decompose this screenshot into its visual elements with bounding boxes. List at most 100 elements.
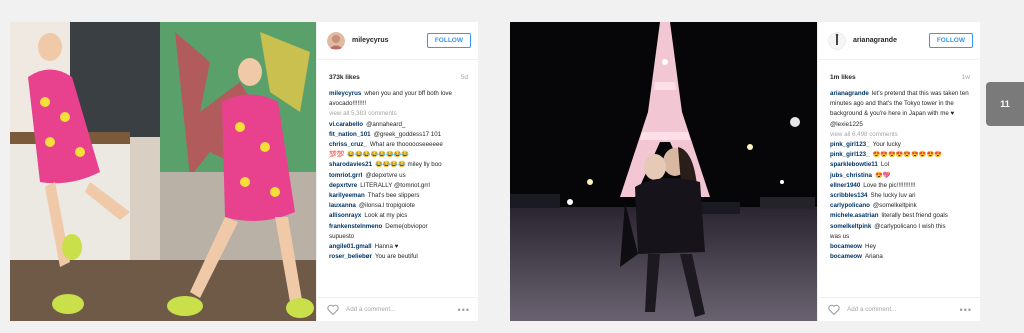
post-username[interactable]: mileycyrus (352, 37, 427, 44)
comment-username[interactable]: allisonrayx (329, 212, 361, 219)
comment-username[interactable]: frankenstelnmeno (329, 223, 382, 230)
comment-row: scribbles134 She lucky luv ari (830, 191, 972, 201)
comment-username[interactable]: michele.asatrian (830, 212, 879, 219)
comment-username[interactable]: tomriot.grrl (329, 172, 362, 179)
post-time-ago: 5d (460, 74, 468, 81)
page-number-tab: 11 (986, 82, 1024, 126)
comment-text: Love the pic!!!!!!!!!!! (863, 181, 916, 189)
comment-text: @ilonsa.l tropigoiote (358, 202, 415, 210)
comment-text: LITERALLY @tomriot.grrl (360, 181, 430, 189)
comment-text: Hey (864, 243, 876, 251)
post-photo[interactable] (10, 22, 316, 321)
post-caption: mileycyrus when you and your bff both lov… (329, 89, 470, 109)
comment-row: sharodavies21 😂😂😂😂 miley lly boo (329, 160, 470, 170)
comments-list: arianagrande let's pretend that this was … (818, 87, 980, 297)
comment-text: @carlypolicano I wish this (874, 222, 946, 230)
comment-row: karilyeeman That's bee slippers (329, 191, 470, 201)
caption-username[interactable]: mileycyrus (329, 90, 361, 97)
comment-text: That's bee slippers (367, 192, 420, 200)
likes-count[interactable]: 373k likes (329, 74, 360, 81)
comment-text: Ariana (864, 253, 883, 261)
comment-username[interactable]: roser_beliebør (329, 253, 372, 260)
post-header: arianagrande FOLLOW (818, 22, 980, 60)
comment-username[interactable]: depxrtvre (329, 182, 357, 189)
comment-username[interactable]: lauxanna (329, 202, 356, 209)
comment-text: Look at my pics (364, 212, 408, 220)
comment-row: michele.asatrian literally best friend go… (830, 211, 972, 221)
comment-text: literally best friend goals (881, 212, 948, 220)
comment-row: pink_girl123_ Your lucky (830, 140, 972, 150)
post-card-arianagrande: arianagrande FOLLOW 1m likes 1w arianagr… (510, 22, 980, 321)
comment-username[interactable]: bocameow (830, 253, 862, 260)
comment-username[interactable]: sharodavies21 (329, 161, 372, 168)
comment-row: angile01.gmall Hanna ♥ (329, 242, 470, 252)
comment-username[interactable]: sparklebowtie11 (830, 161, 878, 168)
comment-text: 😍💖 (874, 171, 891, 179)
comment-username[interactable]: 💯💯 (329, 151, 344, 158)
comment-text: supuesto (329, 232, 355, 240)
comment-username[interactable]: pink_girl123_ (830, 141, 870, 148)
comment-username[interactable]: somelkeltpink (830, 223, 871, 230)
comment-row: frankenstelnmeno Deme(obviopor (329, 222, 470, 232)
heart-icon[interactable] (828, 304, 840, 315)
comment-text: 😂😂😂😂 miley lly boo (375, 161, 442, 169)
caption-username[interactable]: arianagrande (830, 90, 869, 97)
comment-username[interactable]: karilyeeman (329, 192, 365, 199)
comment-row: carlypolicano @somelkeltpink (830, 201, 972, 211)
follow-button[interactable]: FOLLOW (426, 33, 471, 48)
comment-username[interactable]: chriss_cruz_ (329, 141, 367, 148)
comment-username[interactable]: scribbles134 (830, 192, 868, 199)
comment-row: jubs_christina 😍💖 (830, 171, 972, 181)
heart-icon[interactable] (327, 304, 339, 315)
post-stats: 373k likes 5d (317, 60, 478, 87)
comment-text: @greek_goddess17 101 (373, 130, 442, 138)
comment-username[interactable]: pink_girl123_ (830, 151, 870, 158)
post-stats: 1m likes 1w (818, 60, 980, 87)
view-all-comments-link[interactable]: view all 5,383 comments (329, 109, 470, 119)
comment-row: 💯💯 😂😂😂😂😂😂😂😂 (329, 150, 470, 160)
comment-text: Deme(obviopor (385, 222, 428, 230)
avatar[interactable] (327, 31, 345, 50)
comment-username[interactable]: jubs_christina (830, 172, 872, 179)
comment-text: @annaheard_ (366, 120, 406, 128)
comment-row: sparklebowtie11 Lol (830, 160, 972, 170)
comment-text: You are beutiful (375, 253, 418, 261)
comment-text: 😂😂😂😂😂😂😂😂 (347, 151, 410, 159)
comment-row: bocameow Hey (830, 242, 972, 252)
add-comment-input[interactable]: Add a comment... (346, 306, 458, 313)
comment-username[interactable]: vi.carabello (329, 121, 363, 128)
view-all-comments-link[interactable]: view all 6,498 comments (830, 130, 972, 140)
comment-row: vi.carabello @annaheard_ (329, 120, 470, 130)
comment-row: lauxanna @ilonsa.l tropigoiote (329, 201, 470, 211)
comment-username[interactable]: carlypolicano (830, 202, 870, 209)
comment-footer: Add a comment... ••• (818, 297, 980, 321)
post-photo-illustration (510, 22, 817, 321)
comment-username[interactable]: fit_nation_101 (329, 131, 371, 138)
avatar[interactable] (828, 31, 846, 50)
post-header: mileycyrus FOLLOW (317, 22, 478, 60)
page-number: 11 (1000, 99, 1010, 109)
follow-button[interactable]: FOLLOW (928, 33, 973, 48)
post-photo[interactable] (510, 22, 817, 321)
post-username[interactable]: arianagrande (853, 37, 929, 44)
add-comment-input[interactable]: Add a comment... (847, 306, 960, 313)
comment-row: pink_girl123_ 😍😍😍😍😍😍😍😍😍 (830, 150, 972, 160)
comment-text: was us (830, 232, 850, 240)
comment-row: ellner1940 Love the pic!!!!!!!!!!! (830, 181, 972, 191)
comment-text: @depxrtvre us (365, 171, 406, 179)
comment-text: What are thoooooseeeeee (369, 141, 443, 149)
comment-row: bocameow Ariana (830, 252, 972, 262)
comment-username[interactable]: angile01.gmall (329, 243, 372, 250)
comment-row: somelkeltpink @carlypolicano I wish this (830, 222, 972, 232)
comment-username[interactable]: bocameow (830, 243, 862, 250)
comment-username[interactable]: ellner1940 (830, 182, 860, 189)
more-options-icon[interactable]: ••• (960, 305, 972, 315)
likes-count[interactable]: 1m likes (830, 74, 856, 81)
post-sidebar: mileycyrus FOLLOW 373k likes 5d mileycyr… (316, 22, 478, 321)
comment-text: @somelkeltpink (872, 202, 917, 210)
comment-text: Lol (880, 161, 890, 169)
post-time-ago: 1w (961, 74, 970, 81)
more-options-icon[interactable]: ••• (458, 305, 470, 315)
post-card-mileycyrus: mileycyrus FOLLOW 373k likes 5d mileycyr… (10, 22, 478, 321)
comment-text: Your lucky (872, 141, 901, 149)
